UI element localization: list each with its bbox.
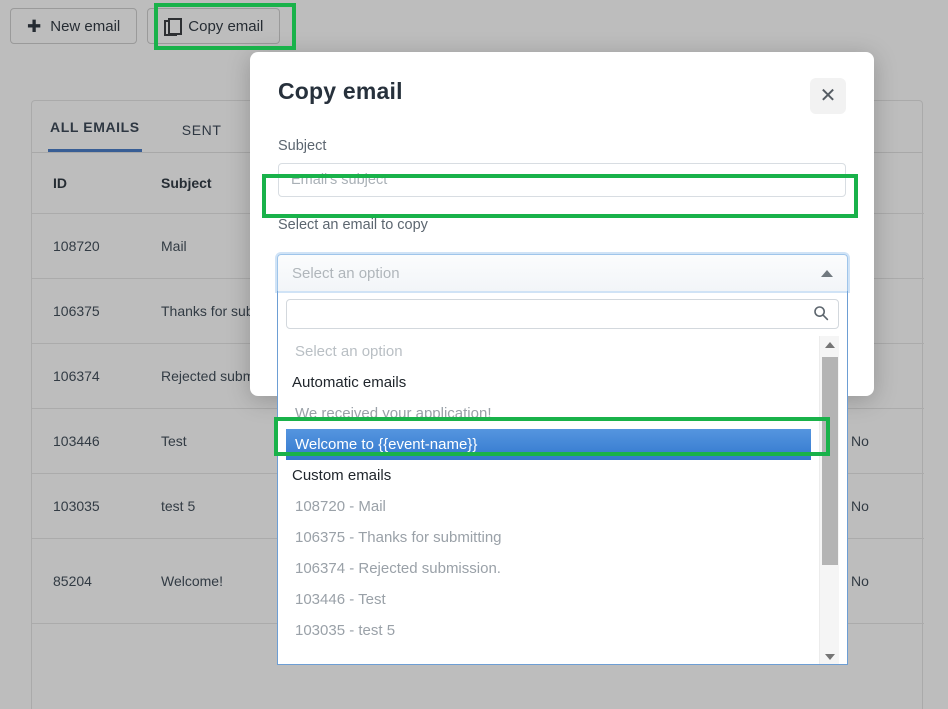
scrollbar-thumb[interactable]	[822, 357, 838, 565]
select-search-row	[286, 299, 839, 336]
subject-input[interactable]	[278, 163, 846, 197]
search-icon	[814, 306, 829, 321]
option-108720-mail[interactable]: 108720 - Mail	[286, 491, 811, 522]
modal-header: Copy email ✕	[250, 52, 874, 114]
modal-body: Subject Select an email to copy	[250, 114, 874, 233]
option-we-received-your-application[interactable]: We received your application!	[286, 398, 811, 429]
select-trigger[interactable]: Select an option	[277, 254, 848, 291]
screen-root: ✚ New email Copy email ALL EMAILS SENT I…	[0, 0, 948, 709]
select-email-label: Select an email to copy	[278, 217, 428, 233]
option-106374-rejected-submission[interactable]: 106374 - Rejected submission.	[286, 553, 811, 584]
select-option-list[interactable]: Select an option Automatic emails We rec…	[286, 336, 839, 664]
option-group-automatic-emails: Automatic emails	[292, 374, 407, 391]
select-value: Select an option	[292, 264, 400, 282]
modal-title: Copy email	[278, 78, 403, 104]
close-icon[interactable]: ✕	[810, 78, 846, 114]
subject-label: Subject	[278, 138, 327, 154]
caret-down-icon[interactable]	[820, 648, 839, 664]
email-select: Select an option Select an option Automa…	[277, 254, 848, 665]
caret-up-icon[interactable]	[820, 336, 839, 354]
option-103446-test[interactable]: 103446 - Test	[286, 584, 811, 615]
select-search-input[interactable]	[286, 299, 839, 329]
option-list-scrollbar[interactable]	[819, 336, 839, 664]
option-103035-test-5[interactable]: 103035 - test 5	[286, 615, 811, 646]
chevron-up-icon	[821, 270, 833, 277]
option-group-custom-emails: Custom emails	[292, 467, 392, 484]
option-select-an-option[interactable]: Select an option	[286, 336, 811, 367]
option-welcome-to-event-name[interactable]: Welcome to {{event-name}}	[286, 429, 811, 460]
select-panel: Select an option Automatic emails We rec…	[277, 291, 848, 665]
option-106375-thanks-for-submitting[interactable]: 106375 - Thanks for submitting	[286, 522, 811, 553]
